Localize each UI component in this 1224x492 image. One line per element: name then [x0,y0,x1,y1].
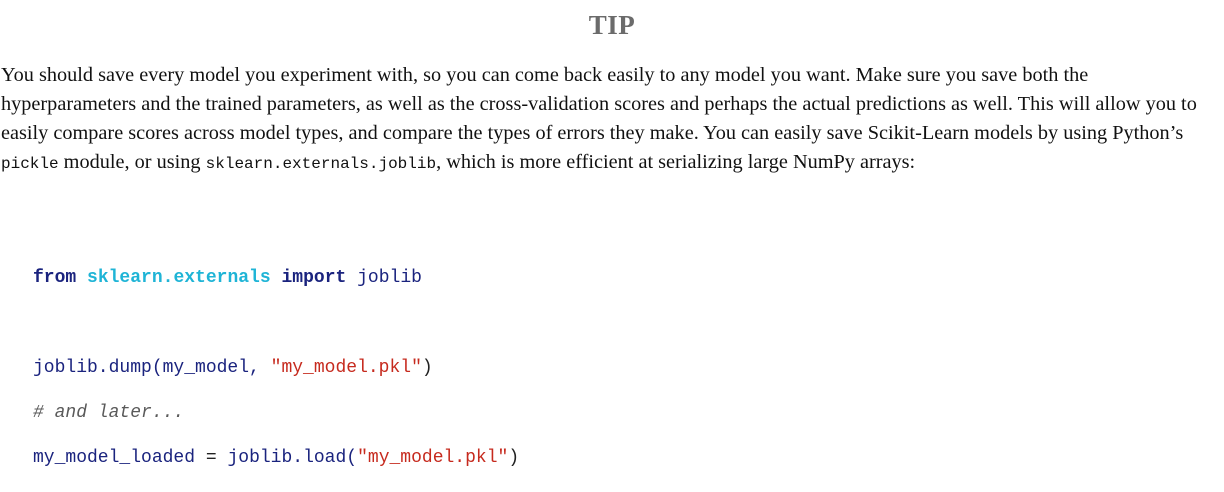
inline-code-pickle: pickle [1,155,59,173]
code-line-load: my_model_loaded = joblib.load("my_model.… [33,447,519,470]
paragraph-text-3: , which is more efficient at serializing… [436,151,916,173]
paragraph-text-2: module, or using [58,151,206,173]
code-line-comment: # and later... [33,402,519,425]
dump-call: joblib.dump(my_model, [33,357,260,378]
imported-name: joblib [357,267,422,288]
load-close-paren: ) [508,447,520,468]
load-call: joblib.load( [227,447,358,468]
inline-code-joblib: sklearn.externals.joblib [205,155,437,173]
tip-paragraph: You should save every model you experime… [1,61,1221,179]
tip-title: TIP [588,10,636,40]
dump-string-arg: "my_model.pkl" [270,357,422,378]
keyword-from: from [33,267,77,288]
code-comment: # and later... [33,402,185,423]
assign-operator: = [205,447,217,468]
code-line-dump: joblib.dump(my_model, "my_model.pkl") [33,357,519,380]
dump-close-paren: ) [421,357,433,378]
module-name: sklearn.externals [87,267,271,288]
code-block: from sklearn.externals import joblib job… [33,244,519,492]
keyword-import: import [281,267,347,288]
code-line-import: from sklearn.externals import joblib [33,267,519,290]
loaded-variable: my_model_loaded [33,447,196,468]
load-string-arg: "my_model.pkl" [357,447,509,468]
paragraph-text-1: You should save every model you experime… [1,64,1197,144]
